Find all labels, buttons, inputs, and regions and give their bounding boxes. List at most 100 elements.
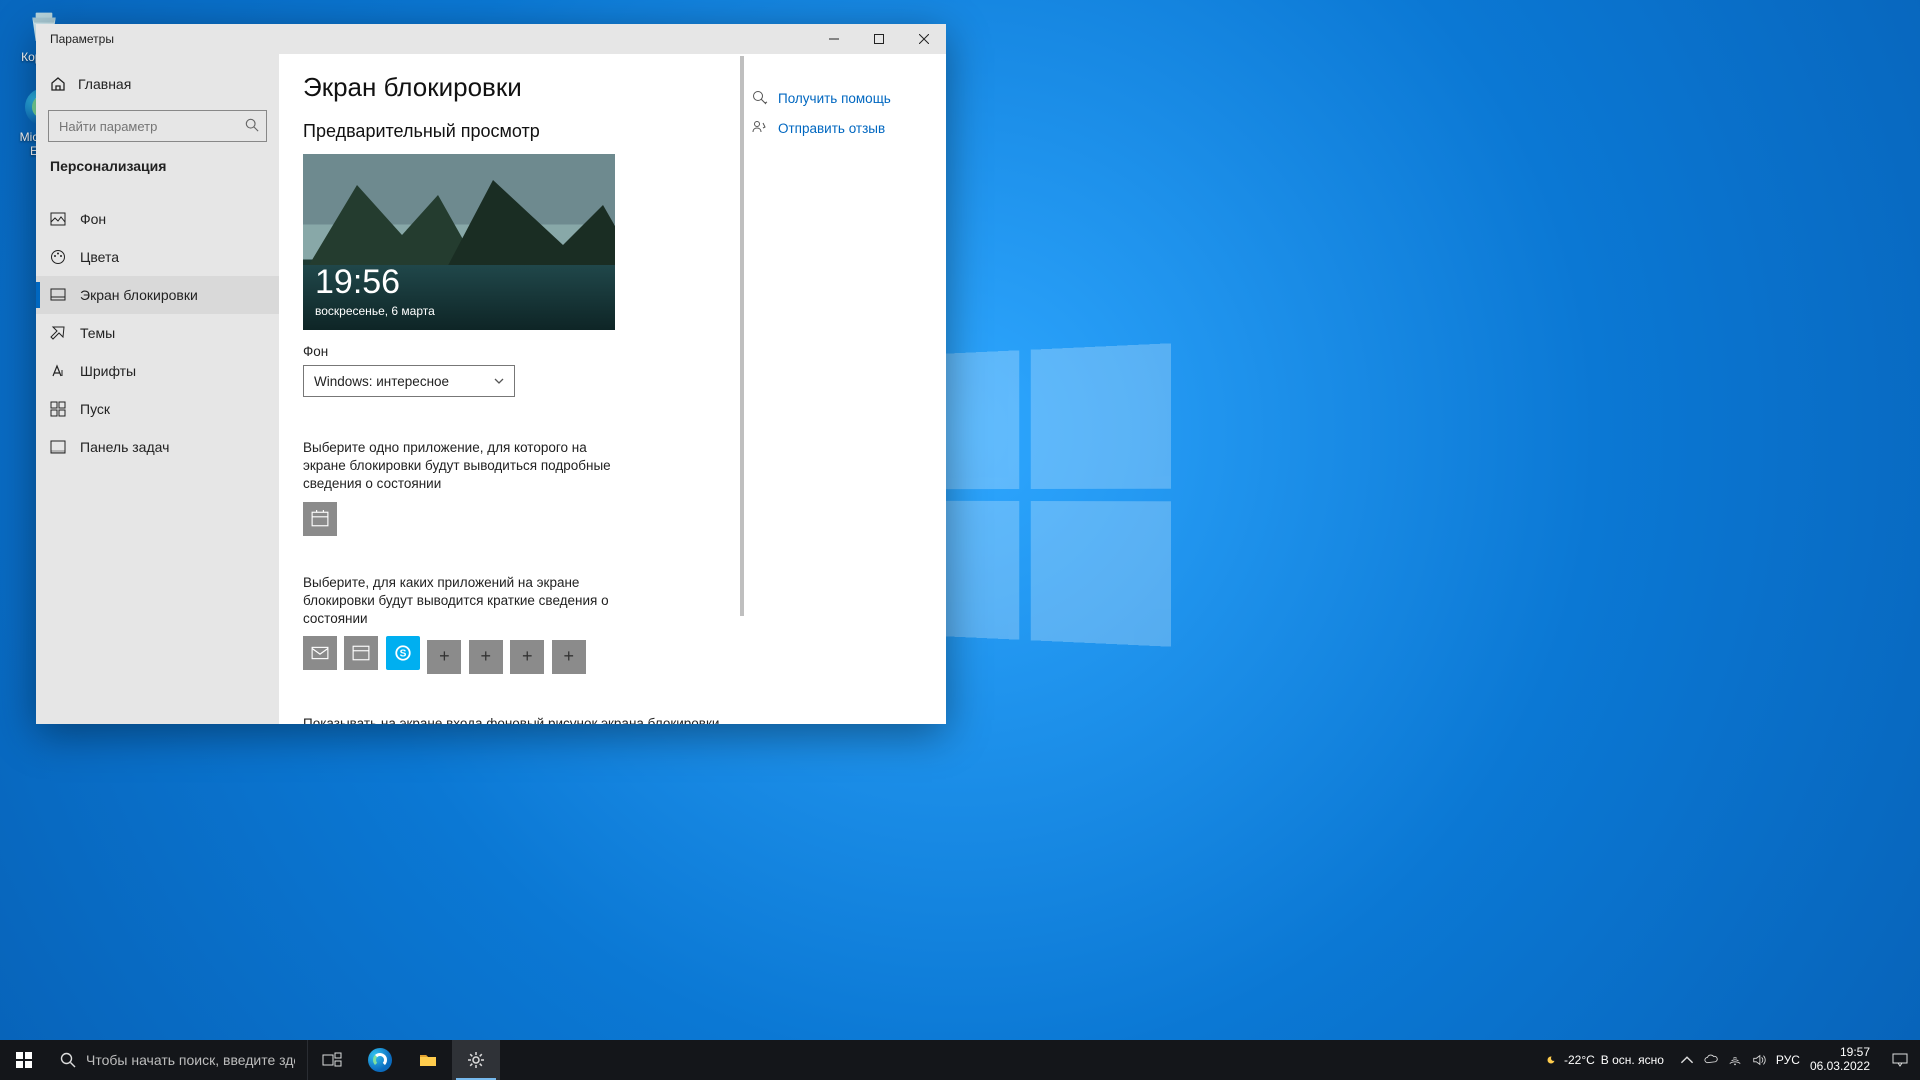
feedback-icon [752,120,768,136]
start-button[interactable] [0,1040,48,1080]
sidebar-home[interactable]: Главная [36,68,279,100]
search-icon [60,1052,76,1068]
sidebar-item-start[interactable]: Пуск [36,390,279,428]
quick-app-tile-calendar[interactable] [344,636,378,670]
sidebar-item-label: Экран блокировки [80,287,198,303]
quick-app-tile-add[interactable]: + [552,640,586,674]
tray-chevron-icon[interactable] [1680,1053,1694,1067]
tray-volume-icon[interactable] [1752,1053,1766,1067]
weather-icon [1544,1053,1558,1067]
action-center-button[interactable] [1880,1040,1920,1080]
sidebar-item-label: Шрифты [80,363,136,379]
calendar-icon [311,510,329,528]
svg-text:S: S [400,649,407,660]
main-content-area: Экран блокировки Предварительный просмот… [279,54,946,724]
tray-date: 06.03.2022 [1810,1060,1870,1074]
settings-window: Параметры Главная [36,24,946,724]
taskbar-search[interactable] [48,1040,308,1080]
dropdown-value: Windows: интересное [314,374,449,389]
plus-icon: + [522,646,533,667]
palette-icon [50,249,66,265]
weather-temp: -22°C [1564,1053,1595,1067]
detail-app-tile-calendar[interactable] [303,502,337,536]
tray-onedrive-icon[interactable] [1704,1053,1718,1067]
mail-icon [311,644,329,662]
sidebar-item-label: Темы [80,325,115,341]
preview-time: 19:56 [315,263,400,302]
background-dropdown[interactable]: Windows: интересное [303,365,515,397]
show-bg-label: Показывать на экране входа фоновый рисун… [303,716,722,724]
lock-screen-preview: 19:56 воскресенье, 6 марта [303,154,615,330]
home-icon [50,76,66,92]
task-view-button[interactable] [308,1040,356,1080]
sidebar-item-fonts[interactable]: Шрифты [36,352,279,390]
close-button[interactable] [901,24,946,54]
picture-icon [50,211,66,227]
help-panel: Получить помощь Отправить отзыв [746,54,946,724]
content-scroll[interactable]: Экран блокировки Предварительный просмот… [279,54,746,724]
detail-app-label: Выберите одно приложение, для которого н… [303,439,633,494]
sidebar-item-label: Фон [80,211,106,227]
taskbar: -22°C В осн. ясно РУС 19:57 06.03.2022 [0,1040,1920,1080]
calendar-icon [352,644,370,662]
titlebar[interactable]: Параметры [36,24,946,54]
quick-app-tile-skype[interactable]: S [386,636,420,670]
fonts-icon [50,363,66,379]
maximize-button[interactable] [856,24,901,54]
sidebar-item-background[interactable]: Фон [36,200,279,238]
taskbar-app-edge[interactable] [356,1040,404,1080]
folder-icon [418,1050,438,1070]
quick-app-tile-add[interactable]: + [427,640,461,674]
taskbar-icon [50,439,66,455]
chevron-down-icon [494,376,504,386]
start-icon [50,401,66,417]
system-tray: -22°C В осн. ясно РУС 19:57 06.03.2022 [1534,1040,1880,1080]
themes-icon [50,325,66,341]
plus-icon: + [439,646,450,667]
sidebar-item-label: Пуск [80,401,110,417]
plus-icon: + [563,646,574,667]
help-icon [752,90,768,106]
scrollbar[interactable] [740,56,744,722]
background-label: Фон [303,344,722,359]
sidebar-item-label: Панель задач [80,439,169,455]
task-view-icon [322,1050,342,1070]
tray-language[interactable]: РУС [1776,1053,1800,1067]
sidebar-item-taskbar[interactable]: Панель задач [36,428,279,466]
lockscreen-icon [50,287,66,303]
sidebar-item-label: Цвета [80,249,119,265]
weather-text: В осн. ясно [1601,1053,1664,1067]
taskbar-app-settings[interactable] [452,1040,500,1080]
help-link-get-help[interactable]: Получить помощь [778,91,891,106]
gear-icon [466,1050,486,1070]
sidebar-section-title: Персонализация [36,156,279,182]
skype-icon: S [394,644,412,662]
quick-app-tile-mail[interactable] [303,636,337,670]
minimize-button[interactable] [811,24,856,54]
sidebar-item-themes[interactable]: Темы [36,314,279,352]
windows-icon [16,1052,32,1068]
quick-app-tile-add[interactable]: + [510,640,544,674]
quick-app-label: Выберите, для каких приложений на экране… [303,574,633,629]
page-title: Экран блокировки [303,72,722,103]
tray-clock[interactable]: 19:57 06.03.2022 [1810,1046,1870,1074]
quick-app-tile-add[interactable]: + [469,640,503,674]
taskbar-search-input[interactable] [86,1052,295,1068]
tray-network-icon[interactable] [1728,1053,1742,1067]
sidebar: Главная Персонализация Фон Цвета [36,54,279,724]
tray-time: 19:57 [1810,1046,1870,1060]
edge-icon [368,1048,392,1072]
taskbar-app-explorer[interactable] [404,1040,452,1080]
sidebar-item-colors[interactable]: Цвета [36,238,279,276]
preview-date: воскресенье, 6 марта [315,304,435,318]
sidebar-home-label: Главная [78,76,131,92]
help-link-feedback[interactable]: Отправить отзыв [778,121,885,136]
desktop[interactable]: Корзина Microsoft Edge Параметры [0,0,1920,1080]
plus-icon: + [481,646,492,667]
sidebar-item-lockscreen[interactable]: Экран блокировки [36,276,279,314]
tray-weather[interactable]: -22°C В осн. ясно [1544,1053,1664,1067]
window-title: Параметры [36,32,811,46]
search-input[interactable] [48,110,267,142]
preview-heading: Предварительный просмотр [303,121,722,142]
search-icon [245,118,259,132]
